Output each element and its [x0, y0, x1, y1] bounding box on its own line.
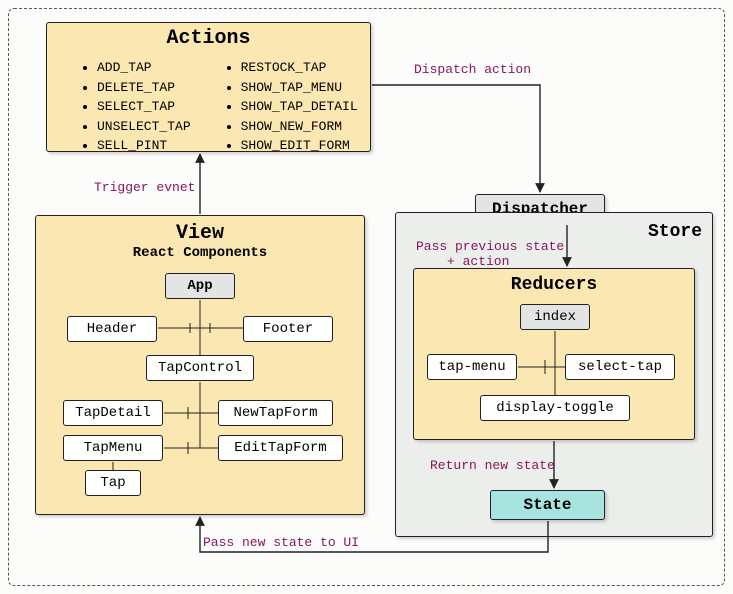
actions-col2: RESTOCK_TAP SHOW_TAP_MENU SHOW_TAP_DETAI…: [221, 58, 358, 156]
reducers-title: Reducers: [414, 275, 694, 295]
action-item: ADD_TAP: [97, 58, 191, 78]
state-box: State: [490, 490, 605, 520]
reducer-tapmenu: tap-menu: [427, 354, 517, 380]
edge-passprev-label: Pass previous state: [416, 239, 564, 254]
diagram-canvas: Actions ADD_TAP DELETE_TAP SELECT_TAP UN…: [0, 0, 733, 594]
action-item: RESTOCK_TAP: [241, 58, 358, 78]
component-footer: Footer: [243, 316, 333, 342]
actions-col1: ADD_TAP DELETE_TAP SELECT_TAP UNSELECT_T…: [77, 58, 191, 156]
component-newtapform: NewTapForm: [218, 400, 333, 426]
reducer-selecttap: select-tap: [565, 354, 675, 380]
edge-dispatch-label: Dispatch action: [414, 62, 531, 77]
component-tapdetail: TapDetail: [63, 400, 163, 426]
edge-plusaction-label: + action: [447, 254, 509, 269]
edge-passnew-label: Pass new state to UI: [203, 535, 359, 550]
component-tap: Tap: [85, 470, 141, 496]
component-header: Header: [67, 316, 157, 342]
action-item: SHOW_NEW_FORM: [241, 117, 358, 137]
action-item: DELETE_TAP: [97, 78, 191, 98]
component-tapmenu: TapMenu: [63, 435, 163, 461]
action-item: SELL_PINT: [97, 136, 191, 156]
reducer-displaytoggle: display-toggle: [480, 395, 630, 421]
component-app: App: [165, 273, 235, 299]
edge-trigger-label: Trigger evnet: [94, 180, 195, 195]
view-title: View: [36, 222, 364, 245]
actions-panel: Actions ADD_TAP DELETE_TAP SELECT_TAP UN…: [46, 22, 371, 152]
store-label: Store: [648, 222, 702, 242]
action-item: SHOW_TAP_DETAIL: [241, 97, 358, 117]
state-label: State: [523, 496, 571, 514]
actions-title: Actions: [47, 27, 370, 50]
action-item: SELECT_TAP: [97, 97, 191, 117]
reducer-index: index: [520, 304, 590, 330]
actions-columns: ADD_TAP DELETE_TAP SELECT_TAP UNSELECT_T…: [47, 50, 370, 166]
action-item: SHOW_TAP_MENU: [241, 78, 358, 98]
edge-return-label: Return new state: [430, 458, 555, 473]
action-item: SHOW_EDIT_FORM: [241, 136, 358, 156]
view-subtitle: React Components: [36, 245, 364, 261]
action-item: UNSELECT_TAP: [97, 117, 191, 137]
component-tapcontrol: TapControl: [146, 355, 254, 381]
component-edittapform: EditTapForm: [218, 435, 343, 461]
